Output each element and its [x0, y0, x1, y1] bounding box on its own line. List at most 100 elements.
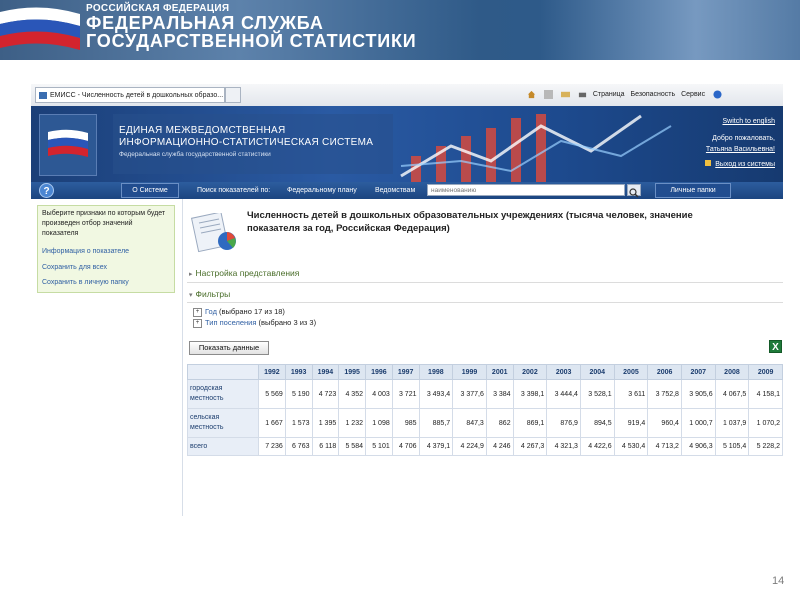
filters-toggle[interactable]: ▾ Фильтры: [189, 289, 230, 299]
logout-link[interactable]: Выход из системы: [715, 161, 775, 168]
russian-flag-icon: [0, 7, 80, 50]
table-cell: 1 070,2: [748, 408, 783, 438]
personal-folders-button[interactable]: Личные папки: [655, 183, 731, 198]
table-cell: 4 267,3: [512, 437, 548, 456]
about-system-button[interactable]: О Системе: [121, 183, 179, 198]
table-row: всего 7 236 6 763 6 118 5 584 5 101 4 706 4 379…: [187, 437, 783, 456]
row-label-line2: местность: [190, 424, 224, 431]
filter-year[interactable]: + Год (выбрано 17 из 18): [193, 307, 285, 317]
table-cell: 1 000,7: [680, 408, 716, 438]
table-cell: 3 752,8: [647, 379, 682, 409]
search-label: Поиск показателей по:: [197, 187, 271, 194]
show-data-button[interactable]: Показать данные: [189, 341, 269, 355]
federal-plan-link[interactable]: Федеральному плану: [287, 182, 357, 199]
mail-icon[interactable]: [560, 90, 570, 99]
expand-icon: +: [193, 318, 202, 328]
feed-icon[interactable]: [543, 89, 553, 99]
filter-type-value: (выбрано 3 из 3): [258, 318, 317, 327]
user-name-link[interactable]: Татьяна Васильевна!: [705, 144, 775, 155]
site-subtitle: Федеральная служба государственной стати…: [119, 151, 271, 158]
agencies-link[interactable]: Ведомствам: [375, 182, 415, 199]
year-header: 1992: [258, 364, 286, 380]
table-cell: 4 706: [391, 437, 420, 456]
table-cell: 3 398,1: [512, 379, 548, 409]
nav-bar: ? О Системе Поиск показателей по: Федера…: [31, 182, 783, 199]
presentation-settings-label: Настройка представления: [195, 268, 300, 278]
table-cell: 3 905,6: [680, 379, 716, 409]
year-header: 1998: [418, 364, 454, 380]
slide-banner: РОССИЙСКАЯ ФЕДЕРАЦИЯ ФЕДЕРАЛЬНАЯ СЛУЖБА …: [0, 0, 800, 60]
table-row: городская местность 5 569 5 190 4 723 4 352 4 …: [187, 379, 783, 409]
table-cell: 6 118: [311, 437, 340, 456]
save-personal-link[interactable]: Сохранить в личную папку: [42, 279, 129, 286]
filter-panel: Выберите признаки по которым будет произ…: [37, 205, 175, 293]
table-header-row: 1992 1993 1994 1995 1996 1997 1998 1999 2001 2002…: [187, 364, 783, 380]
table-cell: 3 721: [391, 379, 420, 409]
table-cell: 919,4: [613, 408, 649, 438]
site-logo: [39, 114, 97, 176]
table-cell: 960,4: [647, 408, 682, 438]
table-cell: 1 573: [284, 408, 313, 438]
site-title-line2: ИНФОРМАЦИОННО-СТАТИСТИЧЕСКАЯ СИСТЕМА: [119, 137, 374, 148]
table-cell: 3 377,6: [452, 379, 487, 409]
table-cell: 5 101: [365, 437, 393, 456]
browser-tab[interactable]: ЕМИСС - Численность детей в дошкольных о…: [35, 87, 225, 103]
table-cell: 5 569: [258, 379, 286, 409]
year-header: 2001: [485, 364, 514, 380]
year-header: 2006: [647, 364, 682, 380]
search-button[interactable]: [627, 184, 641, 198]
table-cell: 847,3: [452, 408, 487, 438]
filter-settlement-type[interactable]: + Тип поселения (выбрано 3 из 3): [193, 318, 316, 328]
table-cell: 985: [391, 408, 420, 438]
table-cell: 4 158,1: [748, 379, 783, 409]
indicator-info-link[interactable]: Информация о показателе: [42, 248, 129, 255]
row-label: сельская местность: [187, 408, 259, 438]
table-cell: 5 190: [284, 379, 313, 409]
table-cell: 4 246: [485, 437, 514, 456]
table-cell: 5 105,4: [714, 437, 750, 456]
data-table: 1992 1993 1994 1995 1996 1997 1998 1999 2001 2002…: [187, 364, 783, 456]
year-header: 1996: [365, 364, 393, 380]
table-cell: 885,7: [418, 408, 454, 438]
row-label-line2: местность: [190, 395, 224, 402]
table-cell: 3 493,4: [418, 379, 454, 409]
new-tab-button[interactable]: [225, 87, 241, 103]
table-cell: 1 232: [338, 408, 366, 438]
table-cell: 6 763: [284, 437, 313, 456]
home-icon[interactable]: [527, 90, 536, 99]
year-header: 2008: [714, 364, 750, 380]
switch-language-link[interactable]: Switch to english: [705, 116, 775, 127]
year-header: 1993: [284, 364, 313, 380]
command-tools[interactable]: Сервис: [681, 91, 705, 98]
command-security[interactable]: Безопасность: [631, 91, 676, 98]
left-sidebar: Выберите признаки по которым будет произ…: [31, 199, 183, 516]
table-cell: 4 321,3: [546, 437, 581, 456]
filter-year-value: (выбрано 17 из 18): [219, 307, 285, 316]
favicon-icon: [39, 92, 47, 99]
banner-line3: ГОСУДАРСТВЕННОЙ СТАТИСТИКИ: [86, 31, 417, 51]
page-number: 14: [772, 575, 785, 587]
lock-icon: [705, 160, 712, 166]
filters-label: Фильтры: [195, 289, 231, 299]
presentation-settings-toggle[interactable]: ▸ Настройка представления: [189, 268, 299, 278]
print-icon[interactable]: [578, 90, 587, 99]
main-content: Выберите признаки по которым будет произ…: [31, 199, 783, 516]
year-header: 2003: [546, 364, 581, 380]
table-cell: 3 384: [485, 379, 514, 409]
search-icon: [629, 188, 639, 198]
table-cell: 1 098: [365, 408, 393, 438]
expand-icon: +: [193, 307, 202, 317]
table-cell: 4 003: [365, 379, 393, 409]
filter-hint: Выберите признаки по которым будет произ…: [42, 210, 166, 237]
excel-export-icon[interactable]: X: [769, 340, 782, 353]
help-button[interactable]: ?: [39, 183, 54, 198]
command-page[interactable]: Страница: [593, 91, 625, 98]
save-for-all-link[interactable]: Сохранить для всех: [42, 264, 107, 271]
help-circle-icon[interactable]: [713, 90, 722, 99]
filter-year-label: Год: [205, 307, 217, 316]
table-cell: 1 667: [258, 408, 286, 438]
indicator-search-input[interactable]: [427, 184, 625, 196]
site-title-line1: ЕДИНАЯ МЕЖВЕДОМСТВЕННАЯ: [119, 125, 286, 136]
table-cell: 1 037,9: [714, 408, 750, 438]
year-header: 2005: [613, 364, 649, 380]
